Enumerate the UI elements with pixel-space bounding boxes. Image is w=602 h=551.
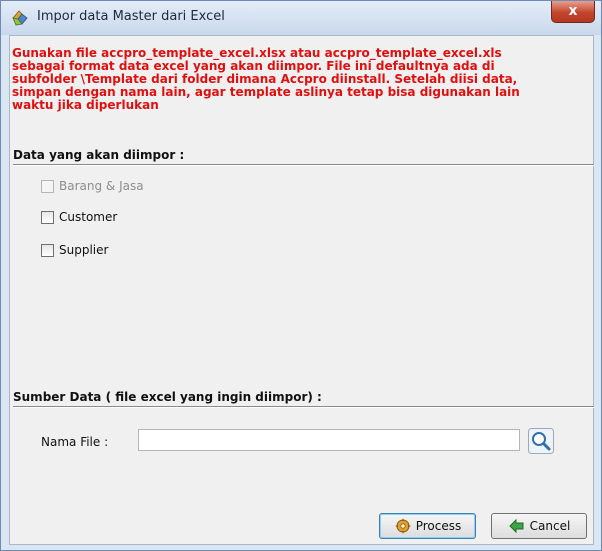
checkbox-supplier[interactable]: Supplier — [41, 242, 108, 258]
source-section-label: Sumber Data ( file excel yang ingin diim… — [13, 390, 322, 404]
checkbox-box[interactable] — [41, 243, 54, 257]
window-title: Impor data Master dari Excel — [37, 9, 225, 24]
file-name-input[interactable] — [138, 429, 520, 451]
close-icon: x — [568, 3, 578, 19]
instruction-notice: Gunakan file accpro_template_excel.xlsx … — [12, 46, 520, 112]
checkbox-barang-jasa[interactable]: Barang & Jasa — [41, 178, 144, 194]
checkbox-customer[interactable]: Customer — [41, 209, 117, 225]
source-section-divider — [13, 406, 594, 408]
process-button-label: Process — [415, 519, 462, 533]
import-section-divider — [13, 164, 594, 166]
checkbox-box[interactable] — [41, 210, 54, 224]
dialog-window: Impor data Master dari Excel x Gunakan f… — [0, 0, 602, 551]
checkbox-label: Supplier — [59, 243, 109, 257]
checkbox-label: Barang & Jasa — [59, 179, 144, 193]
import-section-label: Data yang akan diimpor : — [13, 148, 185, 162]
magnifier-icon[interactable] — [528, 428, 554, 454]
file-name-label: Nama File : — [41, 435, 109, 449]
process-button[interactable]: Process — [379, 513, 476, 539]
cancel-button-label: Cancel — [529, 519, 571, 533]
app-icon — [12, 10, 28, 26]
title-bar[interactable]: Impor data Master dari Excel x — [1, 1, 601, 35]
close-button[interactable]: x — [551, 1, 595, 23]
checkbox-box[interactable] — [41, 179, 54, 193]
cancel-button[interactable]: Cancel — [491, 513, 587, 539]
checkbox-label: Customer — [59, 210, 118, 224]
back-arrow-icon — [508, 518, 524, 534]
gear-icon — [394, 518, 411, 534]
